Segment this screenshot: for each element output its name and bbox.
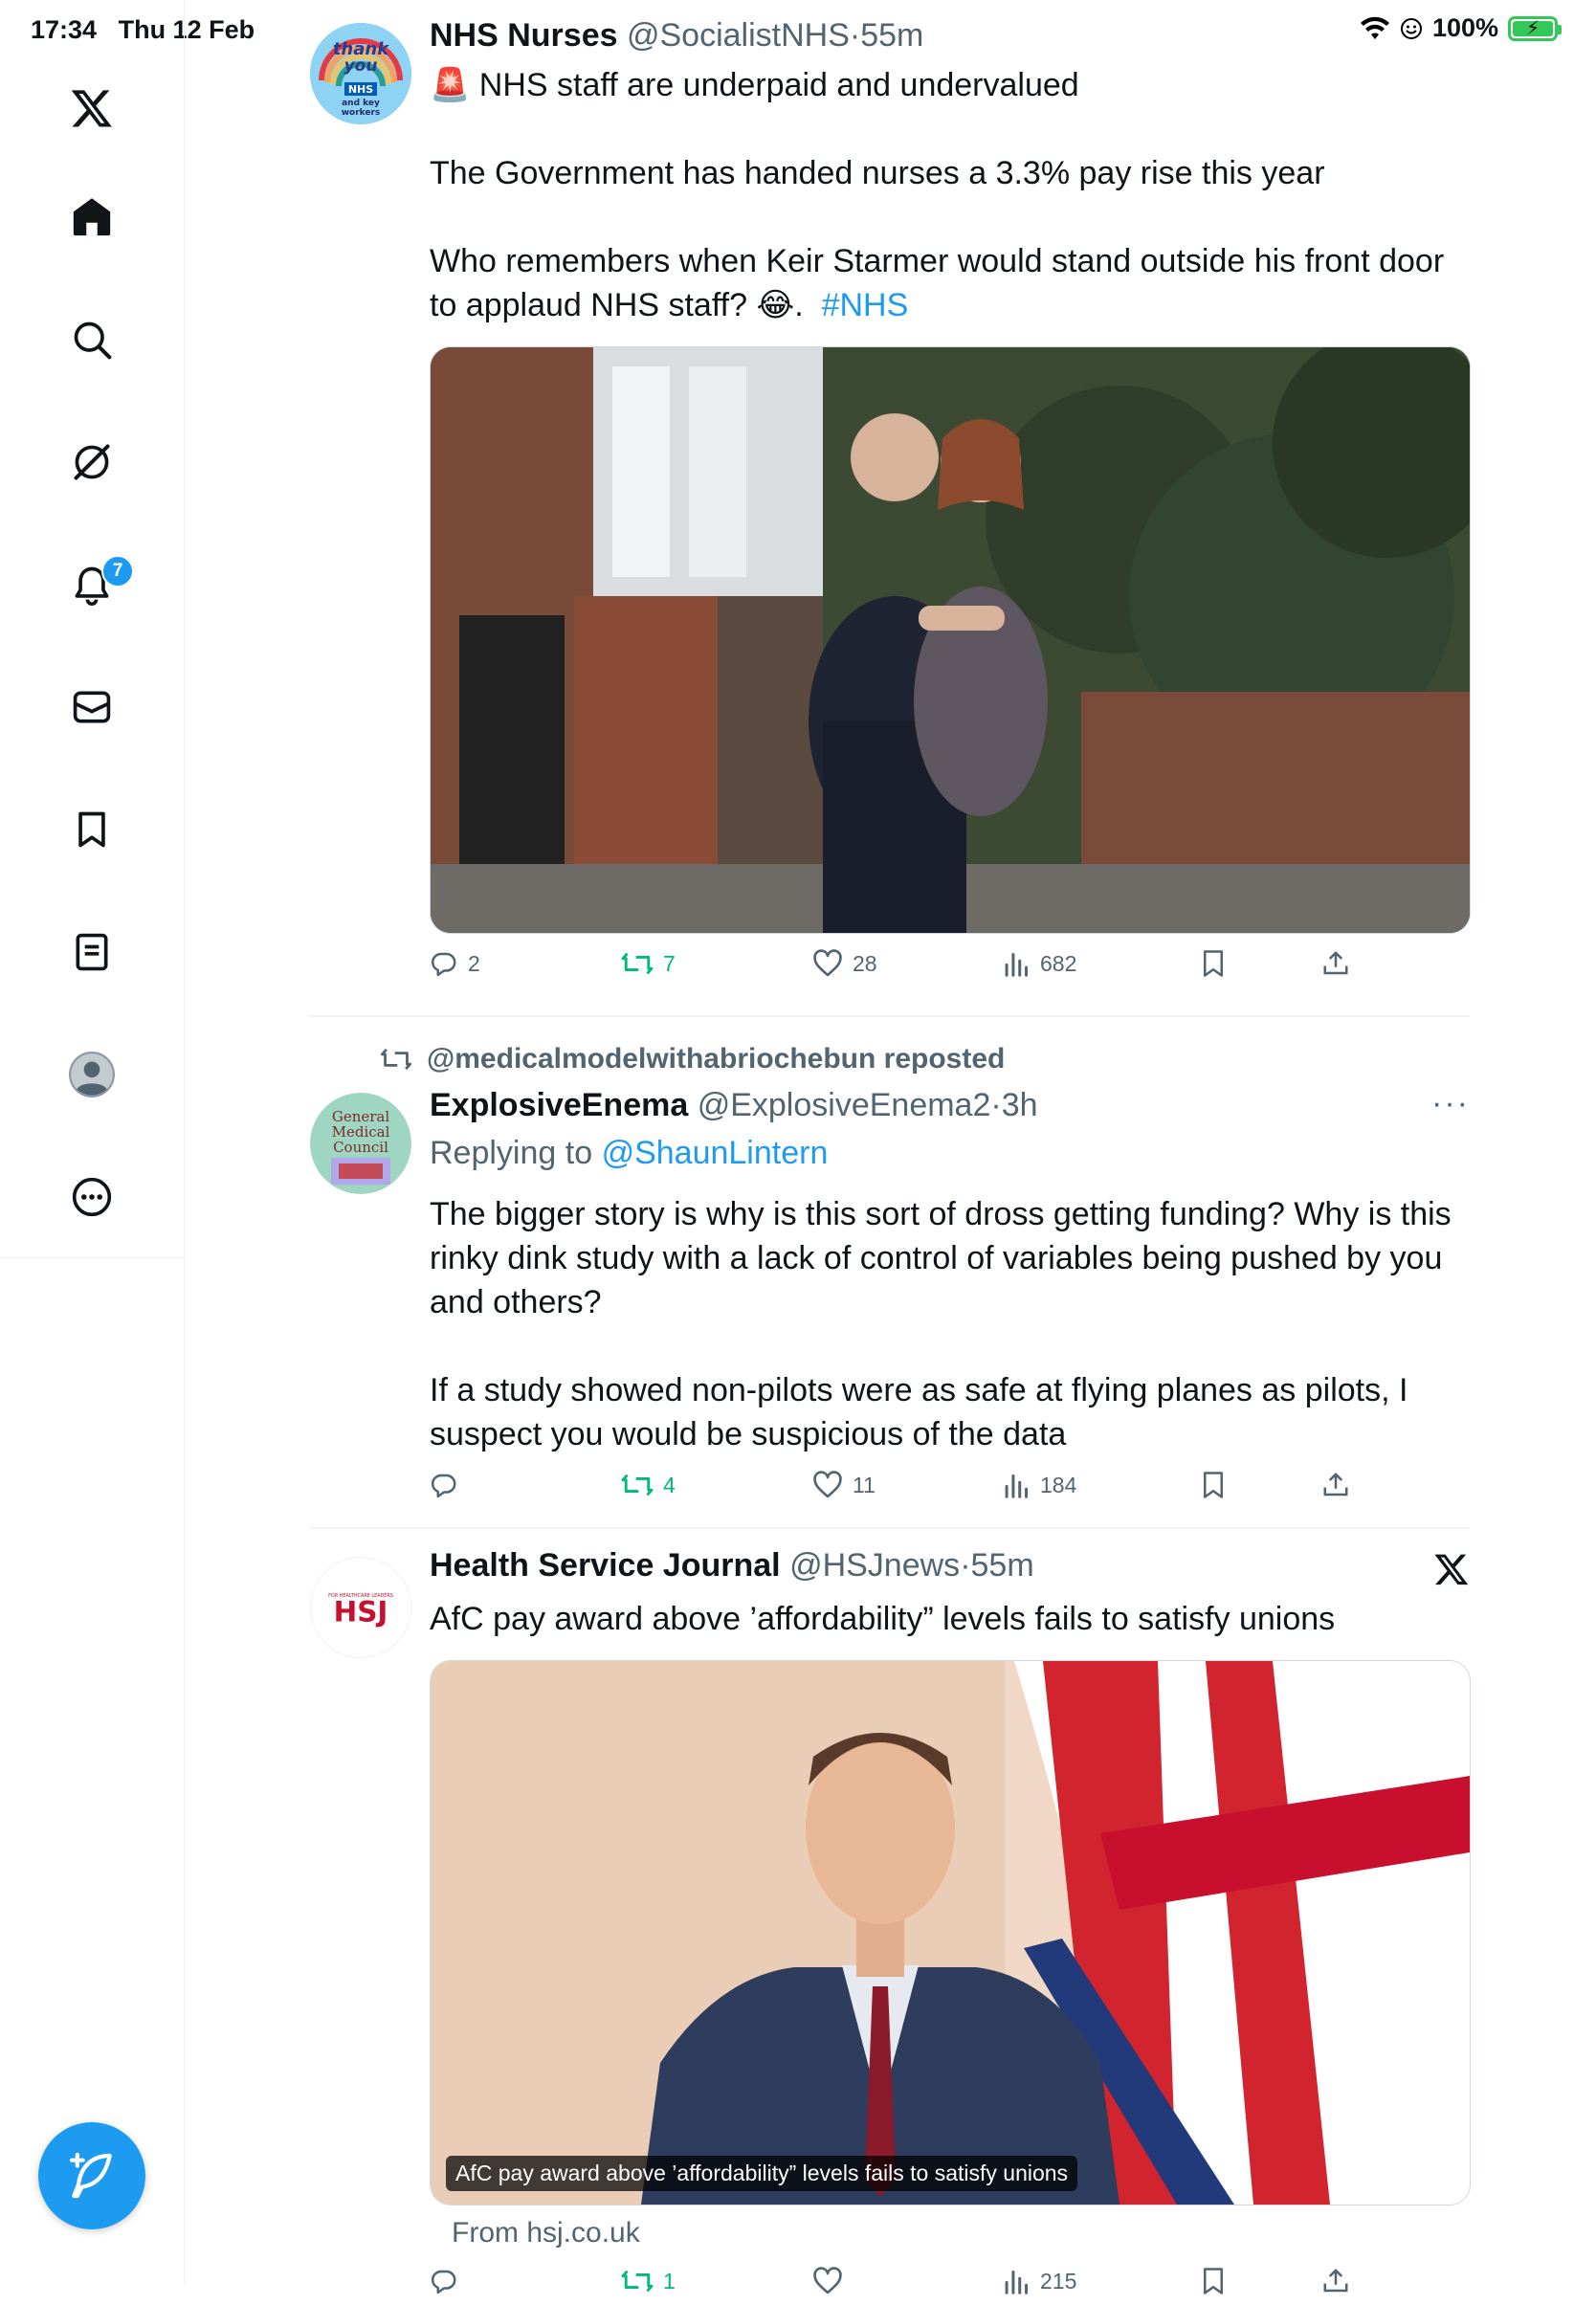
home-icon[interactable]	[54, 179, 130, 255]
svg-text:workers: workers	[342, 108, 381, 118]
repost-icon	[621, 952, 654, 975]
author-name[interactable]: ExplosiveEnema	[430, 1087, 688, 1123]
avatar[interactable]: thank you NHS and key workers	[310, 23, 411, 124]
card-source[interactable]: From hsj.co.uk	[452, 2217, 640, 2250]
x-logo-icon[interactable]	[54, 70, 130, 146]
battery-percent: 100%	[1431, 13, 1498, 42]
tweet-time[interactable]: 3h	[1002, 1087, 1038, 1123]
tweet-actions: 2 7 28 682	[430, 949, 1469, 987]
views-button[interactable]: 215	[1004, 2267, 1076, 2295]
repost-button[interactable]: 7	[621, 949, 676, 978]
reply-button[interactable]	[430, 2267, 468, 2295]
sidebar: 7	[0, 0, 185, 2285]
messages-icon[interactable]	[54, 669, 130, 745]
repost-button[interactable]: 1	[621, 2267, 676, 2295]
share-icon	[1323, 951, 1348, 975]
tweet-divider	[310, 1527, 1470, 1529]
tweet-divider	[310, 1015, 1470, 1017]
svg-text:and key: and key	[342, 99, 380, 108]
heart-icon	[813, 949, 842, 977]
bookmark-button[interactable]	[1200, 1471, 1227, 1499]
heart-icon	[813, 1471, 842, 1498]
reply-icon	[431, 1474, 456, 1498]
like-button[interactable]: 11	[812, 1471, 876, 1499]
reply-button[interactable]	[430, 1471, 468, 1499]
focus-smiley-icon	[1400, 17, 1422, 39]
share-icon	[1323, 1473, 1348, 1496]
svg-text:you: you	[344, 56, 378, 76]
author-handle[interactable]: @ExplosiveEnema2	[698, 1087, 991, 1123]
more-options-button[interactable]: ···	[1431, 1085, 1470, 1122]
heart-icon	[813, 2267, 842, 2294]
tweet-text: AfC pay award above ’affordability” leve…	[430, 1601, 1336, 1637]
tweet-time[interactable]: 55m	[860, 17, 923, 54]
sidebar-divider	[0, 1257, 184, 1258]
views-button[interactable]: 184	[1004, 1471, 1076, 1499]
bookmark-icon	[1204, 950, 1223, 977]
repost-icon	[621, 2270, 654, 2293]
x-logo-icon	[1433, 1551, 1470, 1587]
share-button[interactable]	[1321, 949, 1350, 978]
views-chart-icon	[1005, 952, 1029, 977]
tweet-header: ExplosiveEnema @ExplosiveEnema2·3h	[430, 1087, 1038, 1123]
repost-icon	[621, 1474, 654, 1496]
svg-text:Council: Council	[333, 1139, 388, 1156]
tweet-header: Health Service Journal @HSJnews·55m	[430, 1547, 1034, 1584]
reply-icon	[431, 2270, 456, 2294]
reply-icon	[431, 952, 456, 977]
reply-button[interactable]: 2	[430, 949, 480, 978]
views-button[interactable]: 682	[1004, 949, 1076, 978]
author-name[interactable]: Health Service Journal	[430, 1547, 781, 1584]
bookmark-button[interactable]	[1200, 2267, 1227, 2295]
svg-text:HSJ: HSJ	[334, 1596, 388, 1629]
bookmark-icon	[1204, 1472, 1223, 1498]
avatar[interactable]: General Medical Council	[310, 1093, 411, 1194]
bookmark-icon	[1204, 2268, 1223, 2294]
tweet-text: 🚨 NHS staff are underpaid and undervalue…	[430, 67, 1445, 323]
share-icon	[1323, 2269, 1348, 2293]
replying-to: Replying to @ShaunLintern	[430, 1135, 829, 1171]
reposted-by-line[interactable]: @medicalmodelwithabriochebun reposted	[379, 1043, 1005, 1075]
like-button[interactable]	[812, 2267, 853, 2295]
repost-icon	[380, 1048, 412, 1071]
wifi-icon	[1360, 16, 1389, 39]
author-handle[interactable]: @HSJnews	[789, 1547, 960, 1584]
compose-feather-icon	[69, 2152, 112, 2199]
tweet-time[interactable]: 55m	[971, 1547, 1034, 1584]
lists-icon[interactable]	[54, 914, 130, 990]
svg-text:NHS: NHS	[348, 83, 373, 96]
replying-to-link[interactable]: @ShaunLintern	[602, 1135, 829, 1171]
views-chart-icon	[1005, 1474, 1029, 1498]
card-title-overlay: AfC pay award above ’affordability” leve…	[446, 2156, 1078, 2191]
avatar[interactable]: FOR HEALTHCARE LEADERS HSJ	[310, 1557, 411, 1658]
author-name[interactable]: NHS Nurses	[430, 17, 618, 54]
grok-icon[interactable]	[54, 424, 130, 500]
share-button[interactable]	[1321, 1471, 1350, 1499]
notification-count-badge: 7	[101, 555, 134, 587]
profile-icon[interactable]	[54, 1036, 130, 1113]
tweet-video[interactable]	[430, 346, 1471, 934]
tweet-actions: 4 11 184	[430, 1471, 1469, 1509]
hashtag-link[interactable]: #NHS	[822, 287, 909, 323]
search-icon[interactable]	[54, 301, 130, 378]
repost-button[interactable]: 4	[621, 1471, 676, 1499]
like-button[interactable]: 28	[812, 949, 877, 978]
compose-button[interactable]	[38, 2122, 145, 2229]
link-card-image[interactable]: AfC pay award above ’affordability” leve…	[430, 1660, 1471, 2205]
more-icon[interactable]	[54, 1159, 130, 1235]
status-right: 100% ⚡	[1360, 13, 1562, 43]
tweet-header: NHS Nurses @SocialistNHS·55m	[430, 17, 924, 54]
battery-icon: ⚡	[1508, 15, 1562, 41]
share-button[interactable]	[1321, 2267, 1350, 2295]
tweet-text: The bigger story is why is this sort of …	[430, 1196, 1452, 1452]
views-chart-icon	[1005, 2270, 1029, 2294]
bookmarks-icon[interactable]	[54, 791, 130, 868]
bookmark-button[interactable]	[1200, 949, 1227, 978]
author-handle[interactable]: @SocialistNHS	[627, 17, 850, 54]
tweet-actions: 1 215	[430, 2267, 1469, 2305]
